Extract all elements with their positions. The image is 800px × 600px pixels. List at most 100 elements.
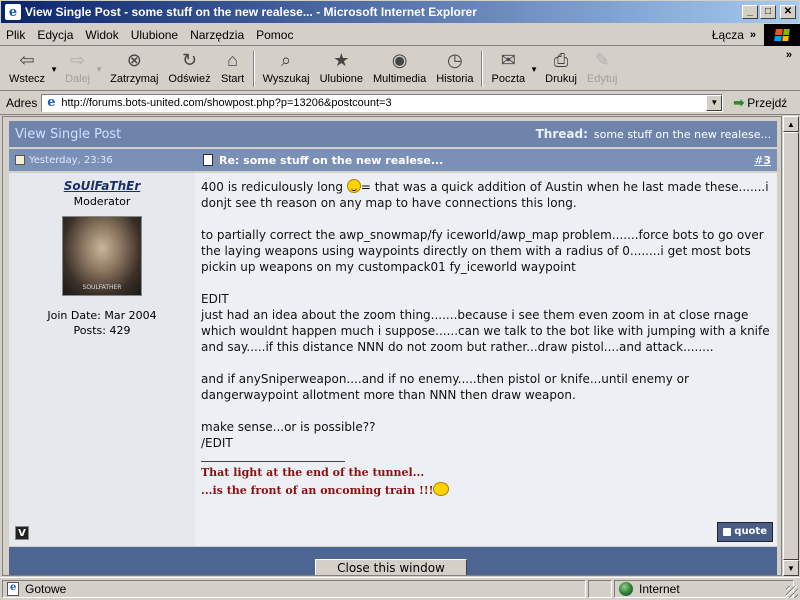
search-button[interactable]: ⌕ Wyszukaj — [258, 49, 315, 89]
close-button[interactable]: ✕ — [780, 5, 796, 19]
scroll-thumb[interactable] — [783, 132, 799, 560]
thread-title: some stuff on the new realese... — [593, 127, 771, 141]
message-text: 400 is rediculously long — [201, 180, 347, 194]
message-paragraph-1: 400 is rediculously long = that was a qu… — [201, 179, 771, 211]
print-button[interactable]: ⎙ Drukuj — [540, 49, 582, 89]
back-button[interactable]: ⇦ Wstecz — [4, 49, 50, 89]
post-title: Re: some stuff on the new realese... — [219, 153, 444, 167]
maximize-button[interactable]: □ — [760, 5, 776, 19]
mail-button[interactable]: ✉ Poczta — [486, 49, 530, 89]
mail-dropdown-icon[interactable]: ▼ — [530, 65, 540, 74]
go-label: Przejdź — [747, 95, 788, 110]
search-icon: ⌕ — [281, 49, 292, 70]
favorites-button[interactable]: ★ Ulubione — [315, 49, 368, 89]
menu-narzedzia[interactable]: Narzędzia — [184, 28, 250, 42]
signature-line-2: ...is the front of an oncoming train !!! — [201, 484, 434, 497]
quote-label: quote — [734, 526, 767, 537]
forward-arrow-icon: ⇨ — [70, 49, 86, 70]
stop-icon: ⊗ — [126, 49, 142, 70]
status-main: Gotowe — [2, 580, 586, 598]
toolbar: ⇦ Wstecz ▼ ⇨ Dalej ▼ ⊗ Zatrzymaj ↻ Odświ… — [0, 47, 800, 91]
signature: That light at the end of the tunnel... .… — [201, 464, 771, 500]
scroll-up-icon[interactable]: ▲ — [783, 116, 799, 132]
post-number-hash: # — [754, 153, 764, 167]
post-number: 3 — [763, 153, 771, 167]
stop-button[interactable]: ⊗ Zatrzymaj — [105, 49, 163, 89]
message-edit-open: EDIT — [201, 292, 229, 306]
forward-button[interactable]: ⇨ Dalej — [60, 49, 95, 89]
page-icon: e — [47, 94, 56, 110]
post-message: 400 is rediculously long = that was a qu… — [195, 173, 777, 546]
refresh-label: Odśwież — [168, 73, 211, 85]
address-bar: Adres e ▼ ➡ Przejdź — [0, 91, 800, 115]
message-paragraph-4: and if anySniperweapon....and if no enem… — [201, 372, 693, 402]
print-label: Drukuj — [545, 73, 577, 85]
user-stats: Join Date: Mar 2004 Posts: 429 — [9, 308, 195, 338]
vertical-scrollbar[interactable]: ▲ ▼ — [782, 116, 799, 576]
user-title: Moderator — [73, 195, 131, 208]
resize-grip-icon[interactable] — [786, 586, 798, 598]
menu-pomoc[interactable]: Pomoc — [250, 28, 299, 42]
post-date: Yesterday, 23:36 — [29, 154, 113, 166]
menu-bar: Plik Edycja Widok Ulubione Narzędzia Pom… — [0, 23, 800, 46]
media-label: Multimedia — [373, 73, 427, 85]
internet-zone-icon — [619, 582, 633, 596]
signature-divider — [201, 461, 345, 462]
toolbar-chevron-icon[interactable]: » — [786, 49, 792, 61]
message-edit-close: /EDIT — [201, 436, 233, 450]
address-input[interactable] — [61, 96, 707, 109]
window-controls: _ □ ✕ — [742, 5, 796, 19]
page-title: View Single Post — [15, 126, 122, 142]
eek-smiley-icon — [433, 482, 450, 496]
menu-edycja[interactable]: Edycja — [31, 28, 79, 42]
back-label: Wstecz — [9, 73, 46, 85]
post-count: Posts: 429 — [73, 324, 131, 337]
page-viewport: View Single Post Thread: some stuff on t… — [2, 116, 782, 576]
home-icon: ⌂ — [227, 49, 239, 70]
home-button[interactable]: ⌂ Start — [216, 49, 250, 89]
toolbar-separator — [252, 51, 255, 87]
post-header-bar: Yesterday, 23:36 Re: some stuff on the n… — [9, 149, 777, 171]
menu-plik[interactable]: Plik — [0, 28, 31, 42]
signature-line-1: That light at the end of the tunnel... — [201, 466, 425, 479]
home-label: Start — [220, 73, 245, 85]
links-chevron-icon[interactable]: » — [750, 29, 756, 41]
message-paragraph-5: make sense...or is possible?? — [201, 420, 376, 434]
visitor-message-icon[interactable]: V — [15, 526, 29, 540]
address-box[interactable]: e ▼ — [41, 93, 724, 112]
close-window-button[interactable]: Close this window — [315, 559, 467, 575]
scroll-down-icon[interactable]: ▼ — [783, 560, 799, 576]
status-bar: Gotowe Internet — [0, 577, 800, 600]
edit-button[interactable]: ✎ Edytuj — [582, 49, 623, 89]
minimize-button[interactable]: _ — [742, 5, 758, 19]
forward-dropdown-icon[interactable]: ▼ — [95, 65, 105, 74]
media-button[interactable]: ◉ Multimedia — [368, 49, 431, 89]
status-zone: Internet — [614, 580, 794, 598]
refresh-button[interactable]: ↻ Odśwież — [163, 49, 215, 89]
address-dropdown-icon[interactable]: ▼ — [706, 94, 723, 111]
go-button[interactable]: ➡ Przejdź — [733, 95, 787, 111]
favorites-label: Ulubione — [319, 73, 363, 85]
back-arrow-icon: ⇦ — [19, 49, 35, 70]
address-label: Adres — [6, 95, 38, 110]
menu-ulubione[interactable]: Ulubione — [125, 28, 184, 42]
signature-line-2-wrap: ...is the front of an oncoming train !!! — [201, 482, 771, 500]
page-loaded-icon — [7, 582, 19, 596]
links-toolbar-button[interactable]: Łącza — [712, 28, 744, 42]
thread-label: Thread: — [535, 127, 588, 141]
forward-label: Dalej — [65, 73, 91, 85]
document-icon — [203, 154, 213, 166]
post-status-icon — [15, 155, 25, 165]
history-button[interactable]: ◷ Historia — [431, 49, 478, 89]
user-info-panel: SoUlFaThEr Moderator SOULFATHER Join Dat… — [9, 173, 195, 546]
post-number-link[interactable]: #3 — [754, 154, 771, 167]
username-link[interactable]: SoUlFaThEr — [9, 179, 195, 193]
favorites-icon: ★ — [333, 49, 350, 70]
title-bar: e View Single Post - some stuff on the n… — [0, 0, 800, 24]
quote-icon — [723, 528, 732, 536]
page-header: View Single Post Thread: some stuff on t… — [9, 121, 777, 147]
avatar-caption: SOULFATHER — [82, 284, 122, 291]
menu-widok[interactable]: Widok — [79, 28, 124, 42]
back-dropdown-icon[interactable]: ▼ — [50, 65, 60, 74]
quote-button[interactable]: quote — [717, 522, 773, 542]
